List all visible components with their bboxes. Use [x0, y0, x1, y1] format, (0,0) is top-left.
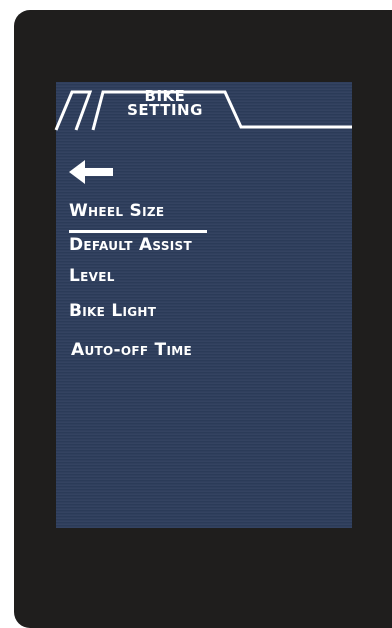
selection-underline	[69, 230, 207, 233]
header-title-line2: SETTING	[127, 101, 203, 119]
menu-item-default-assist[interactable]: Default Assist	[69, 235, 192, 255]
menu-item-wheel-size[interactable]: Wheel Size	[69, 201, 164, 221]
header-title: BIKE SETTING	[98, 89, 232, 119]
arrow-left-icon[interactable]	[67, 158, 117, 186]
menu-item-level[interactable]: Level	[69, 266, 115, 286]
menu-item-auto-off-time[interactable]: Auto-off Time	[71, 340, 192, 360]
menu-item-bike-light[interactable]: Bike Light	[69, 301, 156, 321]
